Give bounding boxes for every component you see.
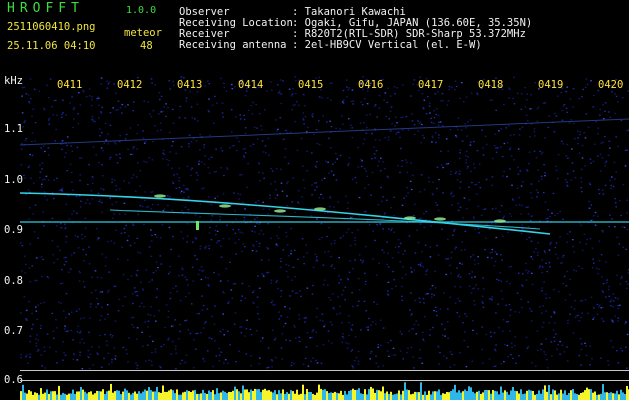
header-panel: HROFFT 1.0.0 2511060410.png 25.11.06 04:… bbox=[0, 0, 629, 74]
app-title: HROFFT bbox=[7, 1, 84, 16]
file-datetime: 25.11.06 04:10 bbox=[7, 40, 96, 52]
vertical-echo bbox=[196, 221, 199, 230]
echo-spot bbox=[314, 207, 326, 211]
faint-upper-trace bbox=[20, 118, 629, 146]
antenna-key: Receiving antenna bbox=[179, 39, 287, 51]
lower-band-line-bottom bbox=[20, 380, 629, 381]
spectrogram-plot bbox=[20, 76, 629, 400]
time-tick-0418: 0418 bbox=[478, 79, 504, 91]
y-axis-unit: kHz bbox=[4, 75, 23, 87]
echo-spot bbox=[404, 216, 416, 220]
freq-tick-0-7: 0.7 bbox=[4, 325, 23, 337]
time-tick-0419: 0419 bbox=[538, 79, 564, 91]
freq-tick-1-0: 1.0 bbox=[4, 174, 23, 186]
file-name: 2511060410.png bbox=[7, 21, 96, 33]
echo-spot bbox=[154, 194, 166, 198]
lower-band-line-top bbox=[20, 370, 629, 371]
freq-tick-0-8: 0.8 bbox=[4, 275, 23, 287]
signal-level-band bbox=[20, 382, 629, 400]
spectrogram-canvas bbox=[20, 76, 629, 400]
time-tick-0411: 0411 bbox=[57, 79, 83, 91]
app-version: 1.0.0 bbox=[126, 5, 157, 16]
time-tick-0416: 0416 bbox=[358, 79, 384, 91]
antenna-value: : 2el-HB9CV Vertical (el. E-W) bbox=[292, 39, 482, 51]
time-tick-0414: 0414 bbox=[238, 79, 264, 91]
time-tick-0420: 0420 bbox=[598, 79, 624, 91]
time-tick-0415: 0415 bbox=[298, 79, 324, 91]
freq-tick-1-1: 1.1 bbox=[4, 123, 23, 135]
meteor-count-label: meteor bbox=[124, 27, 162, 39]
echo-spot bbox=[274, 209, 286, 213]
echo-spot bbox=[219, 204, 231, 208]
freq-tick-0-9: 0.9 bbox=[4, 224, 23, 236]
time-tick-0417: 0417 bbox=[418, 79, 444, 91]
descending-trace bbox=[20, 192, 551, 235]
time-tick-0412: 0412 bbox=[117, 79, 143, 91]
echo-spot bbox=[494, 219, 506, 223]
echo-spot bbox=[434, 217, 446, 221]
time-tick-0413: 0413 bbox=[177, 79, 203, 91]
meteor-count-value: 48 bbox=[140, 40, 153, 52]
